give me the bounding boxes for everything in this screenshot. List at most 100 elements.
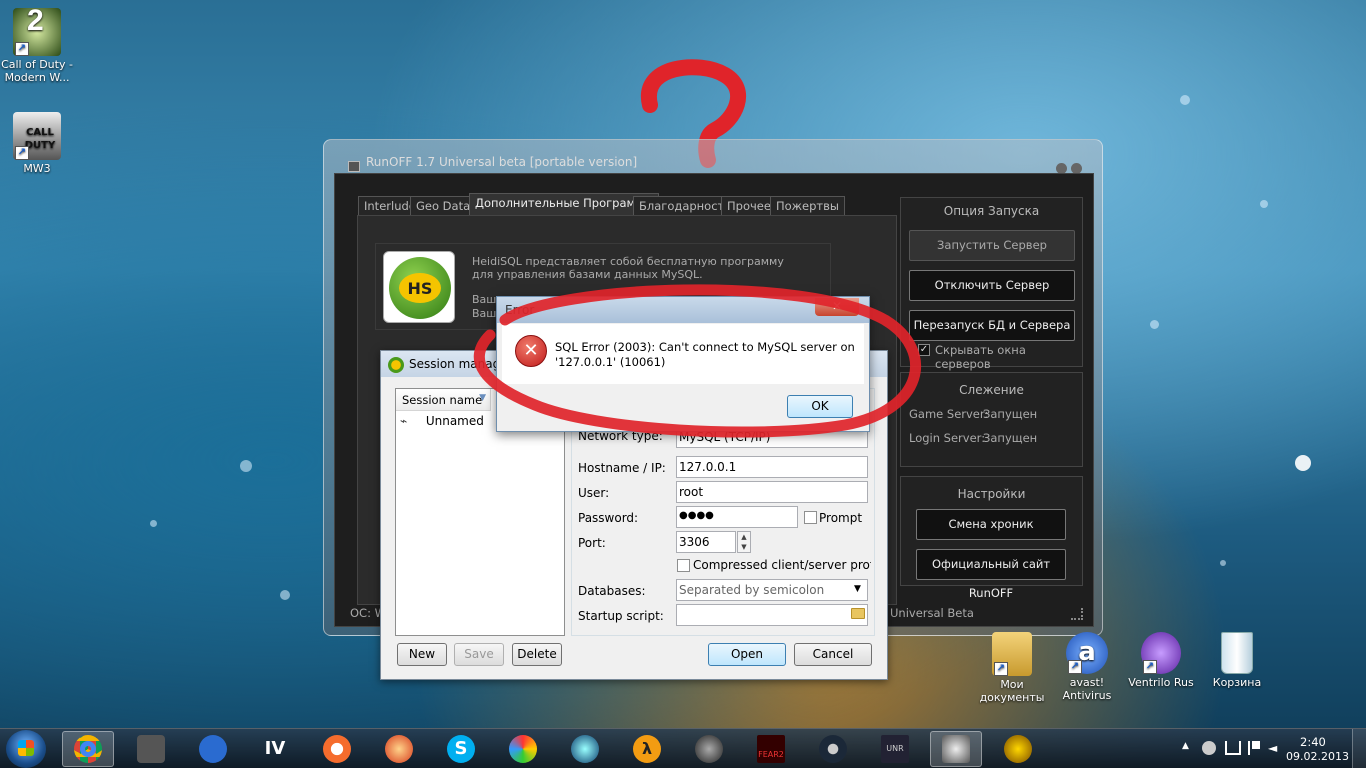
shortcut-arrow-icon: ↗ [1143,660,1157,674]
port-spinner[interactable]: ▲ ▼ [737,531,751,553]
tab-geo-data[interactable]: Geo Data [410,196,477,215]
tray-expand-icon[interactable]: ▲ [1182,741,1189,751]
chrome-icon [74,735,102,763]
desktop-icon-label: MW3 [23,162,51,175]
desktop-icon-label: Ventrilo Rus [1128,676,1194,689]
taskbar-chrome[interactable] [62,731,114,767]
moon-app-icon [199,735,227,763]
my-documents-icon: ↗ [992,632,1032,676]
shortcut-arrow-icon: ↗ [15,42,29,56]
official-site-button[interactable]: Официальный сайт RunOFF [916,549,1066,600]
flag-icon[interactable] [1248,741,1260,755]
taskbar-half-life-2[interactable]: λ [621,731,673,767]
origin-icon [323,735,351,763]
port-label: Port: [578,536,606,550]
taskbar-origin[interactable] [311,731,363,767]
password-input[interactable]: ●●●● [676,506,798,528]
hide-windows-label: Скрывать окна серверов [935,343,1026,371]
desktop-icon-my-documents[interactable]: ↗ Мои документы [972,632,1052,704]
startup-script-input[interactable] [676,604,868,626]
open-button[interactable]: Open [708,643,786,666]
user-input[interactable]: root [676,481,868,503]
start-button[interactable] [6,730,46,768]
compressed-checkbox[interactable] [677,559,690,572]
folder-icon[interactable] [851,608,865,619]
taskbar-gta-iv[interactable]: IV [249,731,301,767]
compressed-label: Compressed client/server protocol [693,558,871,572]
status-version: Universal Beta [890,606,974,620]
volume-icon[interactable]: ◄ [1268,741,1282,755]
tab-donations[interactable]: Пожертвы [770,196,845,215]
desktop-icon-cod-mw2[interactable]: 2 ↗ Call of Duty - Modern W... [0,6,77,85]
launch-options-header: Опция Запуска [943,204,1040,218]
clock-date[interactable]: 09.02.2013 [1286,750,1349,763]
desktop-icon-label: Call of Duty - Modern W... [1,58,73,84]
heidisql-small-icon [388,357,404,373]
taskbar-ccleaner[interactable] [373,731,425,767]
world-of-tanks-icon [137,735,165,763]
cancel-button[interactable]: Cancel [794,643,872,666]
shortcut-arrow-icon: ↗ [15,146,29,160]
network-icon[interactable] [1225,741,1241,755]
game-server-status: Запущен [983,407,1038,421]
prompt-checkbox[interactable] [804,511,817,524]
user-label: User: [578,486,610,500]
desktop-icon-mw3[interactable]: CALL DUTY ↗ MW3 [0,112,77,175]
port-input[interactable]: 3306 [676,531,736,553]
media-icon [571,735,599,763]
ventrilo-icon: ↗ [1141,632,1181,674]
taskbar-fear2[interactable]: FEAR2 [745,731,797,767]
cod-mw2-icon: 2 ↗ [13,6,61,56]
red-circle-annotation [473,284,922,438]
desktop-icon-avast[interactable]: a ↗ avast! Antivirus [1047,632,1127,702]
tab-additional-programs[interactable]: Дополнительные Программы [469,193,659,215]
save-session-button[interactable]: Save [454,643,504,666]
desktop-icon-recycle-bin[interactable]: Корзина [1197,632,1277,689]
paint-icon [509,735,537,763]
tray-steam-icon[interactable] [1202,741,1216,755]
heidisql-logo-text: HS [399,273,441,303]
taskbar-steam[interactable] [807,731,859,767]
avast-icon: a ↗ [1066,632,1108,674]
heidisql-logo-icon[interactable]: HS [383,251,455,323]
resize-grip-icon[interactable] [1071,608,1083,620]
change-chronicles-button[interactable]: Смена хроник [916,509,1066,540]
delete-session-button[interactable]: Delete [512,643,562,666]
runoff-icon [942,735,970,763]
taskbar-moon-app[interactable] [187,731,239,767]
hostname-label: Hostname / IP: [578,461,666,475]
prompt-label: Prompt [819,511,863,525]
taskbar-unreal[interactable]: UNR [869,731,921,767]
taskbar-media[interactable] [559,731,611,767]
heidisql-description: HeidiSQL представляет собой бесплатную п… [472,255,784,281]
taskbar-paint[interactable] [497,731,549,767]
taskbar-runoff[interactable] [930,731,982,767]
databases-select[interactable]: Separated by semicolon [676,579,868,601]
windows-logo-icon [18,740,34,756]
taskbar-skype[interactable]: S [435,731,487,767]
recycle-bin-icon [1221,632,1253,674]
ventrilo-taskbar-icon [695,735,723,763]
steam-icon [819,735,847,763]
startup-script-label: Startup script: [578,609,664,623]
start-server-button[interactable]: Запустить Сервер [909,230,1075,261]
login-server-status: Запущен [983,431,1038,445]
runoff-app-icon [348,161,360,172]
unreal-icon: UNR [881,735,909,763]
gta-iv-icon: IV [264,738,286,759]
shortcut-arrow-icon: ↗ [1068,660,1082,674]
show-desktop-button[interactable] [1352,729,1366,768]
desktop-icon-ventrilo[interactable]: ↗ Ventrilo Rus [1121,632,1201,689]
clock-time[interactable]: 2:40 [1300,735,1326,749]
new-session-button[interactable]: New [397,643,447,666]
taskbar-world-of-tanks[interactable] [125,731,177,767]
desktop-icon-label: avast! Antivirus [1062,676,1112,702]
hostname-input[interactable]: 127.0.0.1 [676,456,868,478]
taskbar: IV S λ FEAR2 UNR ▲ ◄ 2:40 09.02.2013 [0,728,1366,768]
cod-mw3-icon: CALL DUTY ↗ [13,112,61,160]
fear2-icon: FEAR2 [757,735,785,763]
tab-other[interactable]: Прочее [721,196,777,215]
taskbar-ventrilo[interactable] [683,731,735,767]
skype-icon: S [447,735,475,763]
taskbar-wow[interactable] [992,731,1044,767]
